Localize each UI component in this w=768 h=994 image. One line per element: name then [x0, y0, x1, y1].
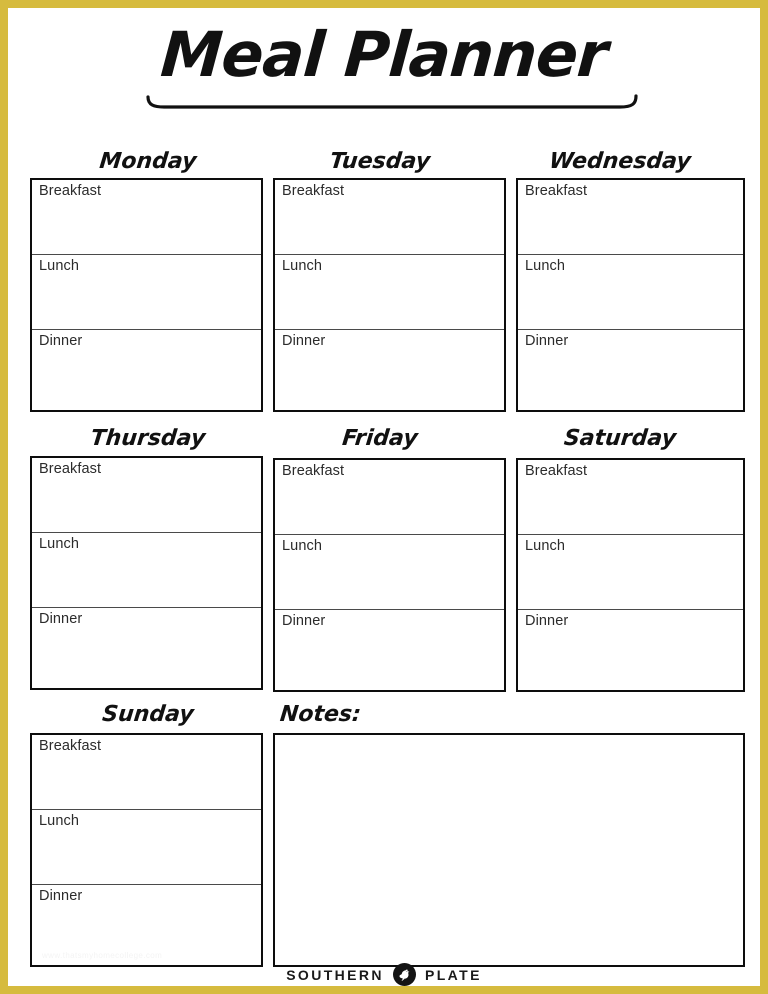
meal-label-breakfast: Breakfast [525, 463, 588, 479]
meal-cell-friday-dinner[interactable]: Dinner [275, 610, 504, 689]
meal-cell-saturday-breakfast[interactable]: Breakfast [518, 460, 743, 535]
footer-logo: SOUTHERN PLATE [8, 963, 760, 986]
meal-cell-wednesday-lunch[interactable]: Lunch [518, 255, 743, 330]
meal-label-breakfast: Breakfast [39, 183, 102, 199]
meal-cell-wednesday-dinner[interactable]: Dinner [518, 330, 743, 409]
meal-label-lunch: Lunch [525, 538, 566, 554]
meal-label-breakfast: Breakfast [39, 461, 102, 477]
meal-cell-friday-lunch[interactable]: Lunch [275, 535, 504, 610]
meal-cell-tuesday-dinner[interactable]: Dinner [275, 330, 504, 409]
meal-cell-saturday-lunch[interactable]: Lunch [518, 535, 743, 610]
day-box-thursday[interactable]: Breakfast Lunch Dinner [30, 456, 263, 690]
meal-cell-monday-breakfast[interactable]: Breakfast [32, 180, 261, 255]
meal-cell-sunday-dinner[interactable]: Dinner www.thatsmyhomecollege.com [32, 885, 261, 964]
day-header-saturday: Saturday [562, 426, 678, 451]
meal-label-breakfast: Breakfast [282, 463, 345, 479]
meal-cell-wednesday-breakfast[interactable]: Breakfast [518, 180, 743, 255]
meal-label-lunch: Lunch [39, 258, 80, 274]
meal-label-breakfast: Breakfast [282, 183, 345, 199]
meal-label-breakfast: Breakfast [39, 738, 102, 754]
day-header-friday: Friday [341, 426, 419, 451]
day-box-saturday[interactable]: Breakfast Lunch Dinner [516, 458, 745, 692]
day-header-tuesday: Tuesday [328, 149, 432, 174]
meal-cell-saturday-dinner[interactable]: Dinner [518, 610, 743, 689]
day-box-wednesday[interactable]: Breakfast Lunch Dinner [516, 178, 745, 412]
meal-label-dinner: Dinner [39, 888, 83, 904]
day-box-friday[interactable]: Breakfast Lunch Dinner [273, 458, 506, 692]
meal-label-lunch: Lunch [39, 813, 80, 829]
footer-word-plate: PLATE [424, 966, 482, 983]
meal-cell-sunday-lunch[interactable]: Lunch [32, 810, 261, 885]
day-header-monday: Monday [98, 149, 198, 174]
meal-label-dinner: Dinner [525, 613, 569, 629]
meal-label-lunch: Lunch [282, 258, 323, 274]
planner-page: Meal Planner Monday Tuesday Wednesday Br… [8, 8, 760, 986]
day-box-monday[interactable]: Breakfast Lunch Dinner [30, 178, 263, 412]
day-header-sunday: Sunday [100, 702, 196, 727]
meal-label-dinner: Dinner [39, 611, 83, 627]
day-header-thursday: Thursday [89, 426, 207, 451]
meal-cell-monday-lunch[interactable]: Lunch [32, 255, 261, 330]
page-title-block: Meal Planner [8, 18, 760, 91]
meal-label-lunch: Lunch [525, 258, 566, 274]
meal-cell-tuesday-breakfast[interactable]: Breakfast [275, 180, 504, 255]
meal-cell-friday-breakfast[interactable]: Breakfast [275, 460, 504, 535]
meal-cell-sunday-breakfast[interactable]: Breakfast [32, 735, 261, 810]
title-underline-swash [144, 94, 640, 110]
meal-label-dinner: Dinner [525, 333, 569, 349]
notes-box[interactable] [273, 733, 745, 967]
footer-word-southern: SOUTHERN [286, 966, 384, 983]
day-box-sunday[interactable]: Breakfast Lunch Dinner www.thatsmyhomeco… [30, 733, 263, 967]
meal-label-dinner: Dinner [39, 333, 83, 349]
meal-label-breakfast: Breakfast [525, 183, 588, 199]
meal-label-lunch: Lunch [282, 538, 323, 554]
notes-header: Notes: [278, 702, 363, 727]
meal-cell-tuesday-lunch[interactable]: Lunch [275, 255, 504, 330]
meal-label-dinner: Dinner [282, 333, 326, 349]
meal-cell-thursday-dinner[interactable]: Dinner [32, 608, 261, 687]
meal-cell-thursday-breakfast[interactable]: Breakfast [32, 458, 261, 533]
meal-label-dinner: Dinner [282, 613, 326, 629]
site-watermark: www.thatsmyhomecollege.com [42, 951, 163, 960]
meal-cell-monday-dinner[interactable]: Dinner [32, 330, 261, 409]
meal-label-lunch: Lunch [39, 536, 80, 552]
chicken-badge-icon [392, 963, 416, 986]
day-box-tuesday[interactable]: Breakfast Lunch Dinner [273, 178, 506, 412]
page-title: Meal Planner [158, 18, 610, 91]
meal-cell-thursday-lunch[interactable]: Lunch [32, 533, 261, 608]
day-header-wednesday: Wednesday [547, 149, 693, 174]
